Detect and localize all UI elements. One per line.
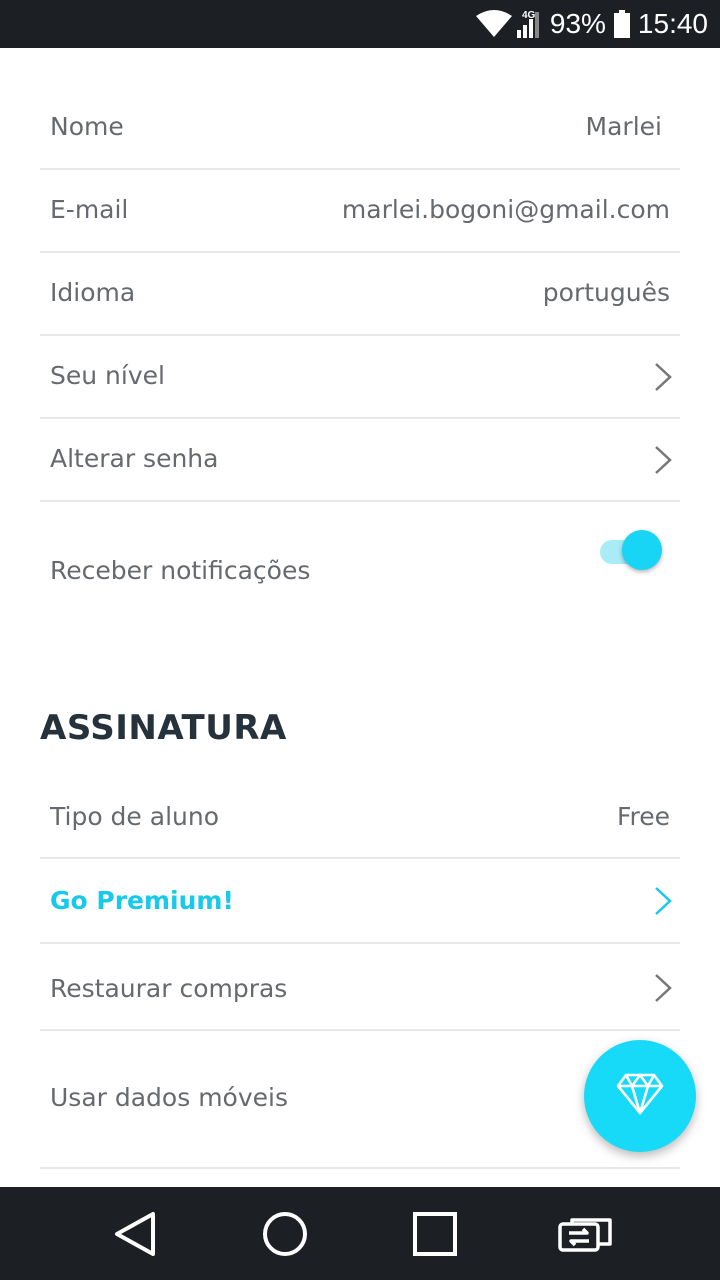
settings-content: Nome Marlei E-mail marlei.bogoni@gmail.c… xyxy=(0,48,720,1187)
go-premium-label: Go Premium! xyxy=(50,886,234,915)
network-type: 4G xyxy=(522,10,536,21)
mobile-data-label: Usar dados móveis xyxy=(50,1083,288,1112)
name-row[interactable]: Nome Marlei xyxy=(40,86,680,170)
change-password-row[interactable]: Alterar senha xyxy=(40,419,680,502)
name-label: Nome xyxy=(50,112,124,141)
language-value: português xyxy=(542,278,670,307)
toggle-thumb xyxy=(622,530,662,570)
notifications-label: Receber notificações xyxy=(50,556,311,585)
restore-purchases-label: Restaurar compras xyxy=(50,974,288,1003)
wifi-icon xyxy=(475,10,512,38)
language-row[interactable]: Idioma português xyxy=(40,253,680,336)
email-value: marlei.bogoni@gmail.com xyxy=(341,195,670,224)
switch-apps-icon xyxy=(558,1217,612,1252)
chevron-right-icon xyxy=(654,886,672,920)
subscription-section-title: ASSINATURA xyxy=(40,708,287,748)
back-triangle-icon xyxy=(115,1211,155,1256)
email-row[interactable]: E-mail marlei.bogoni@gmail.com xyxy=(40,170,680,253)
switch-apps-button[interactable] xyxy=(555,1204,615,1264)
system-nav-bar xyxy=(0,1187,720,1280)
level-label: Seu nível xyxy=(50,361,165,390)
home-circle-icon xyxy=(263,1211,307,1256)
back-button[interactable] xyxy=(105,1204,165,1264)
battery-percent: 93% xyxy=(549,8,606,39)
notifications-toggle[interactable] xyxy=(598,530,664,574)
go-premium-row[interactable]: Go Premium! xyxy=(40,859,680,944)
student-type-value: Free xyxy=(616,802,670,831)
recents-button[interactable] xyxy=(405,1204,465,1264)
home-button[interactable] xyxy=(255,1204,315,1264)
chevron-right-icon xyxy=(654,973,672,1007)
chevron-right-icon xyxy=(654,445,672,479)
clock: 15:40 xyxy=(637,8,708,39)
premium-diamond-button[interactable] xyxy=(584,1040,696,1152)
chevron-right-icon xyxy=(654,362,672,396)
notifications-row: Receber notificações xyxy=(40,502,680,632)
status-bar: 4G 93% 15:40 xyxy=(0,0,720,48)
level-row[interactable]: Seu nível xyxy=(40,336,680,419)
restore-purchases-row[interactable]: Restaurar compras xyxy=(40,944,680,1031)
recents-square-icon xyxy=(413,1211,457,1256)
diamond-icon xyxy=(616,1073,664,1119)
language-label: Idioma xyxy=(50,278,136,307)
name-value: Marlei xyxy=(585,112,662,141)
change-password-label: Alterar senha xyxy=(50,444,219,473)
battery-icon xyxy=(613,10,630,38)
student-type-label: Tipo de aluno xyxy=(50,802,220,831)
email-label: E-mail xyxy=(50,195,129,224)
student-type-row: Tipo de aluno Free xyxy=(40,776,680,859)
